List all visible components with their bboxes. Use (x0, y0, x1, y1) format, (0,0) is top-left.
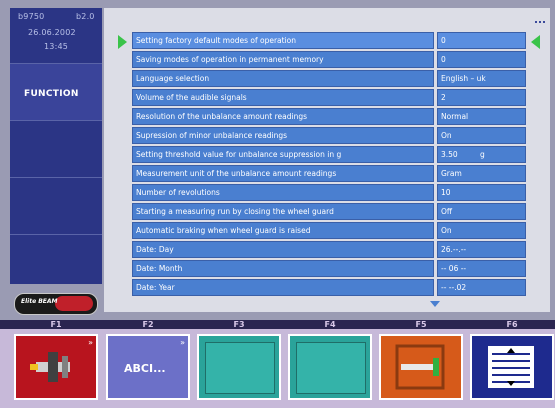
function-key-label-f3: F3 (233, 320, 245, 329)
setting-label: Language selection (132, 70, 434, 87)
sidebar-slot-4 (10, 235, 102, 291)
setting-value[interactable]: 2 (437, 89, 526, 106)
date-display: 26.06.2002 (28, 28, 76, 37)
settings-list: Setting factory default modes of operati… (132, 32, 526, 298)
function-label: FUNCTION (24, 89, 79, 99)
sidebar-slot-3 (10, 178, 102, 235)
scroll-up-indicator-icon (535, 21, 545, 27)
logo-text: Elite BEAM (21, 298, 58, 305)
sidebar-slot-2 (10, 121, 102, 178)
function-key-label-f5: F5 (415, 320, 427, 329)
function-key-label-f1: F1 (50, 320, 62, 329)
selection-arrow-right-icon (531, 35, 540, 49)
function-key-label-f2: F2 (142, 320, 154, 329)
function-key-f6-button[interactable] (470, 334, 554, 400)
device-id: b9750 (18, 12, 45, 21)
function-key-f2-button[interactable]: ABCI... » (106, 334, 190, 400)
sidebar: b9750 b2.0 26.06.2002 13:45 FUNCTION (10, 8, 102, 284)
setting-row[interactable]: Automatic braking when wheel guard is ra… (132, 222, 526, 239)
function-key-f1-button[interactable]: » (14, 334, 98, 400)
time-display: 13:45 (44, 42, 69, 51)
setting-value[interactable]: 26.--.-- (437, 241, 526, 258)
chevron-right-icon: » (88, 338, 93, 347)
setting-label: Date: Year (132, 279, 434, 296)
settings-panel: Setting factory default modes of operati… (104, 8, 550, 312)
blank-panel-icon (205, 342, 275, 394)
setting-value[interactable]: On (437, 222, 526, 239)
blank-panel-icon (296, 342, 366, 394)
brand-logo: Elite BEAM (14, 293, 98, 315)
software-version: b2.0 (76, 12, 95, 21)
setting-row[interactable]: Number of revolutions 10 (132, 184, 526, 201)
chevron-right-icon: » (180, 338, 185, 347)
setting-label: Setting threshold value for unbalance su… (132, 146, 434, 163)
setting-unit: g (480, 150, 485, 159)
setting-value[interactable]: 0 (437, 51, 526, 68)
function-key-label-f4: F4 (324, 320, 336, 329)
setting-row[interactable]: Saving modes of operation in permanent m… (132, 51, 526, 68)
setting-value[interactable]: 10 (437, 184, 526, 201)
setting-row[interactable]: Resolution of the unbalance amount readi… (132, 108, 526, 125)
wheel-balancer-icon (30, 352, 70, 382)
setting-label: Saving modes of operation in permanent m… (132, 51, 434, 68)
setting-value[interactable]: -- 06 -- (437, 260, 526, 277)
function-key-bar (0, 320, 555, 329)
status-header: b9750 b2.0 26.06.2002 13:45 (10, 8, 102, 64)
setting-value[interactable]: English – uk (437, 70, 526, 87)
list-adjust-icon (488, 346, 534, 388)
setting-value[interactable]: 0 (437, 32, 526, 49)
setting-label: Volume of the audible signals (132, 89, 434, 106)
setting-row[interactable]: Volume of the audible signals 2 (132, 89, 526, 106)
setting-row[interactable]: Setting factory default modes of operati… (132, 32, 526, 49)
setting-row[interactable]: Date: Year -- --.02 (132, 279, 526, 296)
logo-red-swoosh (55, 296, 93, 311)
setting-label: Supression of minor unbalance readings (132, 127, 434, 144)
setting-value[interactable]: On (437, 127, 526, 144)
setting-label: Date: Month (132, 260, 434, 277)
setting-label: Measurement unit of the unbalance amount… (132, 165, 434, 182)
key-text: ABCI... (124, 362, 166, 375)
setting-row[interactable]: Measurement unit of the unbalance amount… (132, 165, 526, 182)
function-key-f5-button[interactable] (379, 334, 463, 400)
setting-value[interactable]: Off (437, 203, 526, 220)
function-key-f4-button[interactable] (288, 334, 372, 400)
setting-label: Setting factory default modes of operati… (132, 32, 434, 49)
function-key-label-f6: F6 (506, 320, 518, 329)
function-key-f3-button[interactable] (197, 334, 281, 400)
scroll-down-arrow-icon[interactable] (430, 301, 440, 307)
selection-arrow-left-icon (118, 35, 127, 49)
setting-label: Date: Day (132, 241, 434, 258)
setting-value[interactable]: Normal (437, 108, 526, 125)
setting-row[interactable]: Date: Day 26.--.-- (132, 241, 526, 258)
setting-row[interactable]: Language selection English – uk (132, 70, 526, 87)
setting-value[interactable]: -- --.02 (437, 279, 526, 296)
setting-label: Starting a measuring run by closing the … (132, 203, 434, 220)
setting-row[interactable]: Starting a measuring run by closing the … (132, 203, 526, 220)
setting-label: Number of revolutions (132, 184, 434, 201)
wheel-guard-icon (395, 344, 445, 390)
setting-row[interactable]: Setting threshold value for unbalance su… (132, 146, 526, 163)
setting-label: Resolution of the unbalance amount readi… (132, 108, 434, 125)
sidebar-item-function[interactable]: FUNCTION (10, 64, 102, 121)
setting-row[interactable]: Supression of minor unbalance readings On (132, 127, 526, 144)
setting-row[interactable]: Date: Month -- 06 -- (132, 260, 526, 277)
setting-value[interactable]: Gram (437, 165, 526, 182)
setting-label: Automatic braking when wheel guard is ra… (132, 222, 434, 239)
